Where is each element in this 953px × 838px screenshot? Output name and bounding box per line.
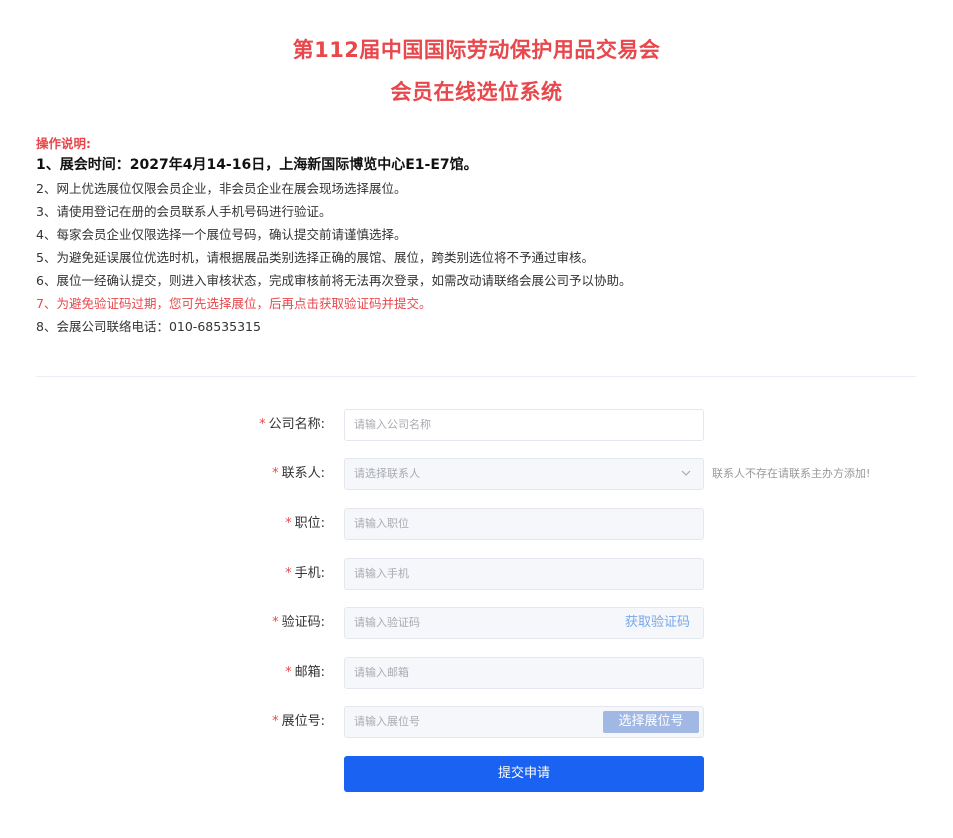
form-row-email: * 邮箱: 请输入邮箱 xyxy=(0,657,953,689)
company-placeholder: 请输入公司名称 xyxy=(354,418,431,431)
form-row-phone: * 手机: 请输入手机 xyxy=(0,558,953,590)
required-mark: * xyxy=(272,466,279,481)
form-row-company: * 公司名称: 请输入公司名称 xyxy=(0,409,953,441)
instruction-item-4: 4、每家会员企业仅限选择一个展位号码，确认提交前请谨慎选择。 xyxy=(36,227,407,242)
instructions-label: 操作说明: xyxy=(36,136,91,151)
required-mark: * xyxy=(259,417,266,432)
required-mark: * xyxy=(285,516,292,531)
phone-input[interactable]: 请输入手机 xyxy=(344,558,704,590)
position-placeholder: 请输入职位 xyxy=(354,517,409,530)
required-mark: * xyxy=(272,615,279,630)
instructions-panel: 操作说明: 1、展会时间：2027年4月14-16日，上海新国际博览中心E1-E… xyxy=(36,135,916,338)
contact-select[interactable]: 请选择联系人 xyxy=(344,458,704,490)
position-label: * 职位: xyxy=(285,516,325,531)
booth-input[interactable]: 请输入展位号 选择展位号 xyxy=(344,706,704,738)
email-placeholder: 请输入邮箱 xyxy=(354,666,409,679)
booth-label: * 展位号: xyxy=(272,714,325,729)
select-booth-button[interactable]: 选择展位号 xyxy=(603,711,699,733)
section-divider xyxy=(36,376,916,377)
form-row-contact: * 联系人: 请选择联系人 联系人不存在请联系主办方添加! xyxy=(0,458,953,490)
form-row-code: * 验证码: 请输入验证码 获取验证码 xyxy=(0,607,953,639)
chevron-down-icon xyxy=(681,459,691,489)
contact-placeholder: 请选择联系人 xyxy=(354,467,420,480)
company-input[interactable]: 请输入公司名称 xyxy=(344,409,704,441)
code-placeholder: 请输入验证码 xyxy=(354,616,420,629)
required-mark: * xyxy=(285,665,292,680)
phone-placeholder: 请输入手机 xyxy=(354,567,409,580)
required-mark: * xyxy=(285,566,292,581)
instruction-item-5: 5、为避免延误展位优选时机，请根据展品类别选择正确的展馆、展位，跨类别选位将不予… xyxy=(36,250,594,265)
instruction-item-6: 6、展位一经确认提交，则进入审核状态，完成审核前将无法再次登录，如需改动请联络会… xyxy=(36,273,632,288)
position-input[interactable]: 请输入职位 xyxy=(344,508,704,540)
instruction-item-8: 8、会展公司联络电话：010-68535315 xyxy=(36,319,261,334)
contact-label: * 联系人: xyxy=(272,466,325,481)
submit-button[interactable]: 提交申请 xyxy=(344,756,704,792)
form-row-position: * 职位: 请输入职位 xyxy=(0,508,953,540)
email-input[interactable]: 请输入邮箱 xyxy=(344,657,704,689)
instruction-item-3: 3、请使用登记在册的会员联系人手机号码进行验证。 xyxy=(36,204,332,219)
booth-placeholder: 请输入展位号 xyxy=(354,715,420,728)
email-label: * 邮箱: xyxy=(285,665,325,680)
phone-label: * 手机: xyxy=(285,566,325,581)
code-label: * 验证码: xyxy=(272,615,325,630)
instruction-item-2: 2、网上优选展位仅限会员企业，非会员企业在展会现场选择展位。 xyxy=(36,181,407,196)
contact-note: 联系人不存在请联系主办方添加! xyxy=(712,467,871,480)
instruction-item-7: 7、为避免验证码过期，您可先选择展位，后再点击获取验证码并提交。 xyxy=(36,296,432,311)
code-input[interactable]: 请输入验证码 获取验证码 xyxy=(344,607,704,639)
page-title: 第112届中国国际劳动保护用品交易会 xyxy=(292,38,661,62)
company-label: * 公司名称: xyxy=(259,417,325,432)
required-mark: * xyxy=(272,714,279,729)
form-row-booth: * 展位号: 请输入展位号 选择展位号 xyxy=(0,706,953,738)
page-subtitle: 会员在线选位系统 xyxy=(390,80,563,104)
instruction-item-1: 1、展会时间：2027年4月14-16日，上海新国际博览中心E1-E7馆。 xyxy=(36,157,478,173)
get-code-button[interactable]: 获取验证码 xyxy=(625,608,690,638)
